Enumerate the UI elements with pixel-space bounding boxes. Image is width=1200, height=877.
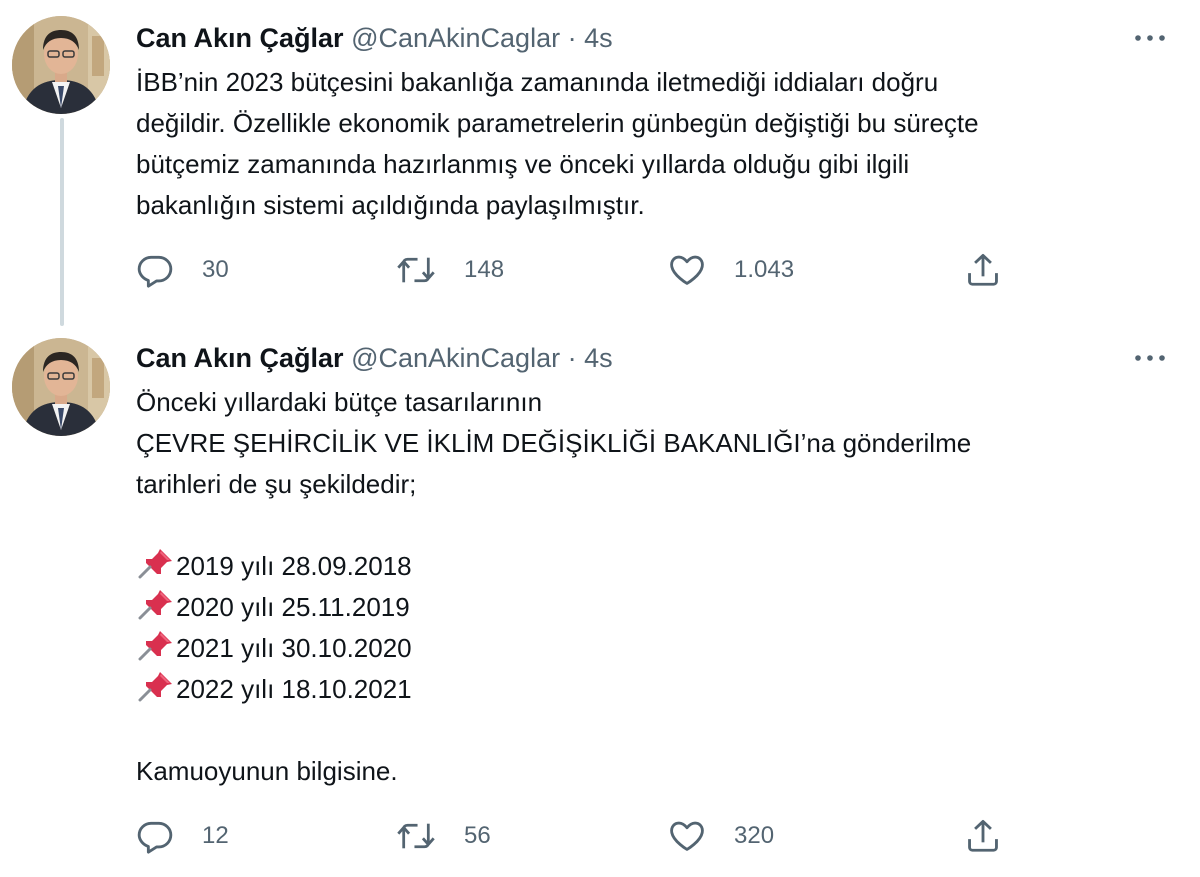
author-avatar[interactable] (12, 16, 110, 114)
tweet-text-line: tarihleri de şu şekildedir; (136, 469, 417, 499)
reply-button[interactable]: 30 (136, 250, 229, 290)
share-icon (968, 820, 998, 852)
date-list-item: 2020 yılı 25.11.2019 (136, 587, 1156, 628)
pushpin-icon (136, 670, 176, 702)
tweet-text: İBB’nin 2023 bütçesini bakanlığa zamanın… (136, 62, 1156, 226)
tweet-text-line: ÇEVRE ŞEHİRCİLİK VE İKLİM DEĞİŞİKLİĞİ BA… (136, 428, 972, 458)
tweet-text-line: bakanlığın sistemi açıldığında paylaşılm… (136, 190, 645, 220)
like-button[interactable]: 1.043 (668, 250, 794, 290)
date-list-text: 2021 yılı 30.10.2020 (176, 633, 412, 663)
retweet-icon (397, 823, 435, 849)
retweet-count: 56 (464, 822, 491, 849)
like-count: 320 (734, 822, 775, 849)
author-avatar[interactable] (12, 338, 110, 436)
more-icon (1135, 355, 1165, 361)
like-count: 1.043 (734, 256, 795, 283)
like-button[interactable]: 320 (668, 816, 774, 856)
tweet-actions: 12 56 320 (136, 816, 1036, 856)
date-list-text: 2019 yılı 28.09.2018 (176, 551, 412, 581)
pushpin-icon (136, 629, 176, 661)
like-icon (670, 255, 704, 285)
tweet-text-line: Önceki yıllardaki bütçe tasarılarının (136, 387, 543, 417)
date-list-item: 2019 yılı 28.09.2018 (136, 546, 1156, 587)
share-icon (968, 254, 998, 286)
reply-count: 12 (202, 822, 229, 849)
date-list-text: 2022 yılı 18.10.2021 (176, 674, 412, 704)
header-separator: · (567, 23, 577, 53)
reply-icon (137, 255, 173, 288)
tweet-header: Can Akın Çağlar @CanAkinCaglar · 4s (136, 20, 613, 56)
tweet-2[interactable]: Can Akın Çağlar @CanAkinCaglar · 4s Önce… (0, 330, 1200, 877)
more-icon (1135, 35, 1165, 41)
reply-button[interactable]: 12 (136, 816, 229, 856)
author-handle[interactable]: @CanAkinCaglar (351, 23, 560, 53)
tweet-header: Can Akın Çağlar @CanAkinCaglar · 4s (136, 340, 613, 376)
share-button[interactable] (964, 816, 1002, 856)
tweet-text-line: değildir. Özellikle ekonomik parametrele… (136, 108, 979, 138)
tweet-timestamp[interactable]: 4s (584, 343, 613, 373)
author-name[interactable]: Can Akın Çağlar (136, 343, 344, 373)
retweet-icon (397, 257, 435, 283)
tweet-text-line: İBB’nin 2023 bütçesini bakanlığa zamanın… (136, 67, 939, 97)
date-list-item: 2021 yılı 30.10.2020 (136, 628, 1156, 669)
tweet-text-line: bütçemiz zamanında hazırlanmış ve önceki… (136, 149, 910, 179)
retweet-count: 148 (464, 256, 505, 283)
author-name[interactable]: Can Akın Çağlar (136, 23, 344, 53)
share-button[interactable] (964, 250, 1002, 290)
reply-count: 30 (202, 256, 229, 283)
retweet-button[interactable]: 56 (396, 816, 491, 856)
more-options-button[interactable] (1130, 26, 1170, 50)
like-icon (670, 821, 704, 851)
more-options-button[interactable] (1130, 346, 1170, 370)
tweet-text-line: Kamuoyunun bilgisine. (136, 756, 398, 786)
tweet-1[interactable]: Can Akın Çağlar @CanAkinCaglar · 4s İBB’… (0, 0, 1200, 330)
tweet-text: Önceki yıllardaki bütçe tasarılarının ÇE… (136, 382, 1156, 792)
date-list-item: 2022 yılı 18.10.2021 (136, 669, 1156, 710)
author-handle[interactable]: @CanAkinCaglar (351, 343, 560, 373)
date-list-text: 2020 yılı 25.11.2019 (176, 592, 410, 622)
pushpin-icon (136, 547, 176, 579)
header-separator: · (567, 343, 577, 373)
retweet-button[interactable]: 148 (396, 250, 504, 290)
pushpin-icon (136, 588, 176, 620)
reply-icon (137, 821, 173, 854)
tweet-timestamp[interactable]: 4s (584, 23, 613, 53)
tweet-actions: 30 148 1.043 (136, 250, 1036, 290)
